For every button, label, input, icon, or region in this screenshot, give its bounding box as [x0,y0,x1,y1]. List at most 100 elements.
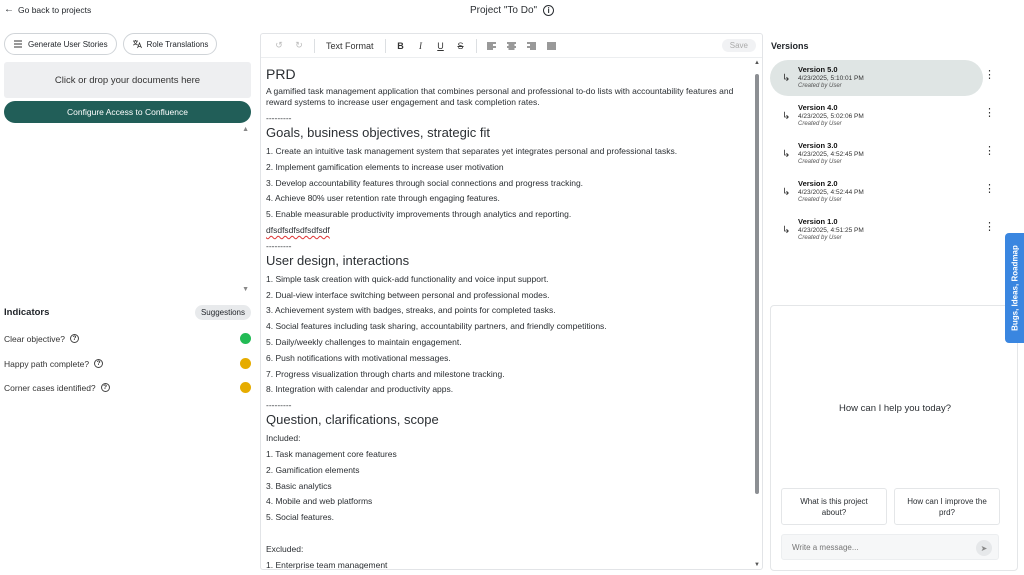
text-format-dropdown[interactable]: Text Format [320,41,380,51]
save-button[interactable]: Save [721,39,756,52]
info-icon[interactable]: i [543,5,555,16]
list-item: 5. Enable measurable productivity improv… [266,209,572,220]
included-label: Included: [266,433,301,444]
version-name: Version 4.0 [798,103,838,112]
generate-user-stories-label: Generate User Stories [28,39,108,49]
indicator-label: Happy path complete? [4,358,90,369]
document-dropzone[interactable]: Click or drop your documents here [4,62,251,98]
doc-separator: --------- [266,240,292,251]
role-translations-button[interactable]: Role Translations [122,33,218,55]
indicator-row: Clear objective? ? [4,333,251,344]
configure-confluence-button[interactable]: Configure Access to Confluence [4,101,251,123]
more-vertical-icon[interactable]: ⋮ [984,108,995,119]
branch-arrow-icon: ↳ [782,187,791,198]
feedback-tab-label: Bugs, Ideas, Roadmap [1010,245,1019,331]
chat-suggestion-improve[interactable]: How can I improve the prd? [894,488,1000,525]
doc-separator: --------- [266,400,292,411]
section-heading-design: User design, interactions [266,252,410,268]
editor-scrollbar[interactable]: ▲ ▼ [754,60,760,568]
branch-arrow-icon: ↳ [782,73,791,84]
version-name: Version 5.0 [798,65,838,74]
align-right-icon[interactable] [522,36,542,56]
status-dot-green [240,333,251,344]
list-item: 3. Achievement system with badges, strea… [266,305,556,316]
scroll-up-icon[interactable]: ▲ [754,60,760,66]
list-item: 2. Dual-view interface switching between… [266,289,550,300]
excluded-label: Excluded: [266,543,304,554]
chat-prompt: How can I help you today? [839,403,951,414]
version-date: 4/23/2025, 4:52:44 PM [798,189,864,196]
list-item: 3. Develop accountability features throu… [266,177,584,188]
indicator-row: Happy path complete? ? [4,358,251,369]
undo-icon[interactable]: ↺ [269,36,289,56]
underline-icon[interactable]: U [431,36,451,56]
version-author: Created by User [798,121,842,127]
right-panel: Versions ↳ Version 5.0 4/23/2025, 5:10:0… [770,33,1020,573]
section-heading-scope: Question, clarifications, scope [266,412,439,428]
more-vertical-icon[interactable]: ⋮ [984,222,995,233]
branch-arrow-icon: ↳ [782,225,791,236]
version-item[interactable]: ↳ Version 5.0 4/23/2025, 5:10:01 PM Crea… [770,60,995,96]
list-icon [14,40,22,48]
italic-icon[interactable]: I [411,36,431,56]
list-item: 5. Social features. [266,512,335,523]
version-item[interactable]: ↳ Version 2.0 4/23/2025, 4:52:44 PM Crea… [770,174,995,210]
redo-icon[interactable]: ↻ [289,36,309,56]
version-author: Created by User [798,235,842,241]
chat-message-input[interactable] [792,542,972,552]
doc-intro: A gamified task management application t… [266,86,734,107]
more-vertical-icon[interactable]: ⋮ [984,70,995,81]
list-item: 3. Basic analytics [266,480,332,491]
suggestions-button[interactable]: Suggestions [194,305,251,320]
editor-toolbar: ↺ ↻ Text Format B I U S Save [261,34,762,58]
help-icon[interactable]: ? [94,359,104,368]
help-icon[interactable]: ? [100,383,110,392]
scroll-down-icon[interactable]: ▼ [242,286,249,293]
scroll-down-icon[interactable]: ▼ [754,562,760,568]
version-item[interactable]: ↳ Version 3.0 4/23/2025, 4:52:45 PM Crea… [770,136,995,172]
project-title-text: Project "To Do" [469,5,538,16]
version-author: Created by User [798,159,842,165]
version-name: Version 2.0 [798,179,838,188]
chat-panel: How can I help you today? What is this p… [770,305,1018,571]
send-icon[interactable]: ➤ [976,540,992,556]
more-vertical-icon[interactable]: ⋮ [984,184,995,195]
list-item: 1. Simple task creation with quick-add f… [266,273,549,284]
list-item: 4. Mobile and web platforms [266,496,373,507]
section-heading-goals: Goals, business objectives, strategic fi… [266,125,490,140]
indicator-label: Clear objective? [4,333,65,344]
align-justify-icon[interactable] [542,36,562,56]
version-name: Version 3.0 [798,141,838,150]
list-item: 7. Progress visualization through charts… [266,368,505,379]
document-body[interactable]: PRD A gamified task management applicati… [266,64,750,569]
chat-input-box: ➤ [781,534,999,560]
align-center-icon[interactable] [502,36,522,56]
list-item: 6. Push notifications with motivational … [266,352,451,363]
chat-suggestion-project[interactable]: What is this project about? [781,488,887,525]
translate-icon [132,40,142,49]
strikethrough-icon[interactable]: S [451,36,471,56]
misspelled-text: dfsdfsdfsdfsdfsdf [266,224,330,235]
version-item[interactable]: ↳ Version 1.0 4/23/2025, 4:51:25 PM Crea… [770,212,995,248]
version-item[interactable]: ↳ Version 4.0 4/23/2025, 5:02:06 PM Crea… [770,98,995,134]
bold-icon[interactable]: B [391,36,411,56]
list-item: 4. Achieve 80% user retention rate throu… [266,193,500,204]
feedback-tab[interactable]: Bugs, Ideas, Roadmap [1005,233,1024,343]
version-date: 4/23/2025, 5:02:06 PM [798,113,864,120]
list-item: 4. Social features including task sharin… [266,321,607,332]
versions-title: Versions [771,41,809,51]
status-dot-yellow [240,382,251,393]
indicator-row: Corner cases identified? ? [4,382,251,393]
more-vertical-icon[interactable]: ⋮ [984,146,995,157]
prd-editor: ↺ ↻ Text Format B I U S Save PRD A gamif… [260,33,763,570]
list-item: 1. Task management core features [266,448,397,459]
align-left-icon[interactable] [482,36,502,56]
generate-user-stories-button[interactable]: Generate User Stories [4,33,117,55]
scroll-up-icon[interactable]: ▲ [242,126,249,133]
help-icon[interactable]: ? [69,334,79,343]
list-item: 2. Gamification elements [266,464,360,475]
list-item: 1. Create an intuitive task management s… [266,146,678,156]
left-panel: Generate User Stories Role Translations … [4,33,251,573]
scrollbar-thumb[interactable] [755,74,759,494]
doc-separator: --------- [266,113,292,123]
